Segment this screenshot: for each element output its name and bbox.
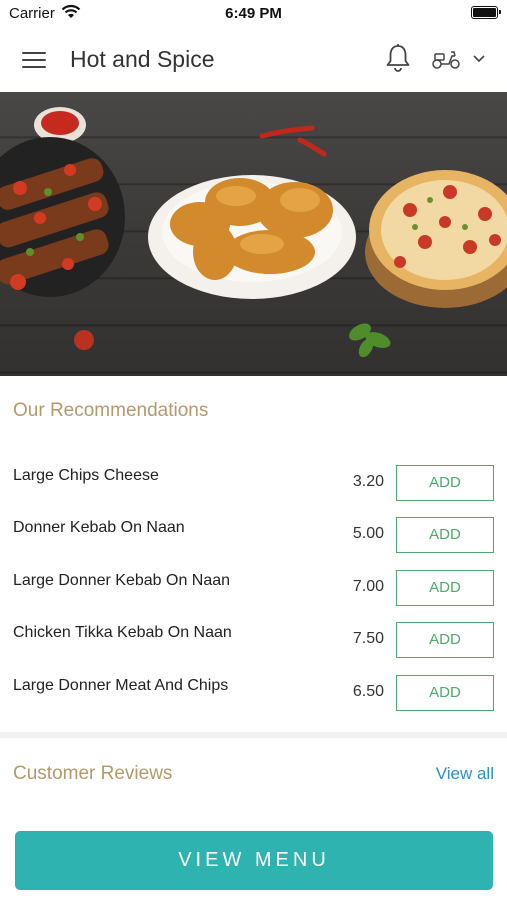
view-all-link[interactable]: View all (436, 764, 494, 784)
add-button[interactable]: ADD (396, 622, 494, 658)
battery-icon (471, 6, 501, 19)
item-name: Chicken Tikka Kebab On Naan (13, 624, 232, 641)
item-price: 7.00 (352, 578, 384, 595)
status-bar: Carrier 6:49 PM (0, 0, 507, 28)
view-menu-button[interactable]: VIEW MENU (15, 831, 493, 890)
list-item: Chicken Tikka Kebab On Naan 7.50 ADD (0, 612, 507, 664)
list-item: Donner Kebab On Naan 5.00 ADD (0, 507, 507, 559)
recommendations-title: Our Recommendations (13, 400, 209, 421)
item-price: 6.50 (352, 683, 384, 700)
list-item: Large Donner Kebab On Naan 7.00 ADD (0, 560, 507, 612)
item-name: Large Donner Kebab On Naan (13, 572, 231, 589)
item-name: Donner Kebab On Naan (13, 519, 185, 536)
food-banner-illustration (0, 107, 507, 358)
app-header: Hot and Spice (0, 28, 507, 92)
page-title: Hot and Spice (70, 46, 215, 72)
add-button[interactable]: ADD (396, 465, 494, 501)
menu-icon[interactable] (22, 50, 48, 70)
add-button[interactable]: ADD (396, 570, 494, 606)
item-name: Large Donner Meat And Chips (13, 677, 229, 694)
status-time: 6:49 PM (225, 5, 282, 22)
item-name: Large Chips Cheese (13, 467, 159, 484)
scooter-icon[interactable] (431, 47, 461, 71)
item-price: 5.00 (352, 525, 384, 542)
list-item: Large Chips Cheese 3.20 ADD (0, 455, 507, 507)
add-button[interactable]: ADD (396, 675, 494, 711)
list-item: Large Donner Meat And Chips 6.50 ADD (0, 665, 507, 717)
section-divider (0, 732, 507, 738)
add-button[interactable]: ADD (396, 517, 494, 553)
chevron-down-icon[interactable] (472, 54, 486, 64)
bell-icon[interactable] (384, 43, 412, 73)
item-price: 7.50 (352, 630, 384, 647)
item-price: 3.20 (352, 473, 384, 490)
reviews-title: Customer Reviews (13, 763, 173, 784)
hero-food-banner (0, 92, 507, 376)
